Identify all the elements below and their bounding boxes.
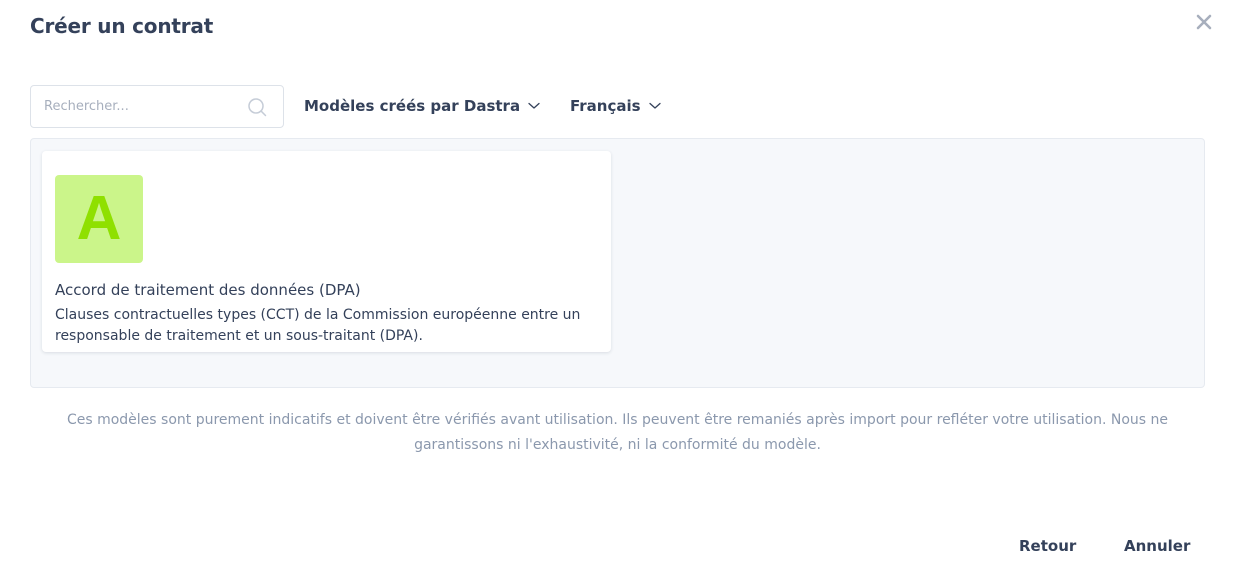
template-avatar-letter: A	[76, 184, 122, 253]
template-avatar: A	[55, 175, 143, 263]
creator-filter-dropdown[interactable]: Modèles créés par Dastra	[304, 94, 540, 118]
search-icon[interactable]	[246, 96, 268, 118]
language-filter-dropdown[interactable]: Français	[570, 94, 661, 118]
language-filter-label: Français	[570, 97, 641, 115]
close-button[interactable]	[1192, 10, 1216, 34]
creator-filter-label: Modèles créés par Dastra	[304, 97, 521, 115]
modal-title: Créer un contrat	[30, 14, 214, 38]
chevron-down-icon	[528, 102, 540, 109]
template-description: Clauses contractuelles types (CCT) de la…	[55, 307, 581, 344]
cancel-button[interactable]: Annuler	[1124, 537, 1190, 555]
chevron-down-icon	[648, 102, 661, 109]
templates-panel: A Accord de traitement des données (DPA)…	[30, 138, 1205, 388]
search-box	[30, 85, 284, 128]
disclaimer-text: Ces modèles sont purement indicatifs et …	[66, 412, 1169, 453]
close-icon	[1196, 14, 1212, 30]
search-input[interactable]	[44, 86, 239, 127]
template-card[interactable]: A Accord de traitement des données (DPA)…	[42, 151, 611, 352]
back-button[interactable]: Retour	[1019, 537, 1076, 555]
template-title: Accord de traitement des données (DPA)	[55, 281, 361, 299]
